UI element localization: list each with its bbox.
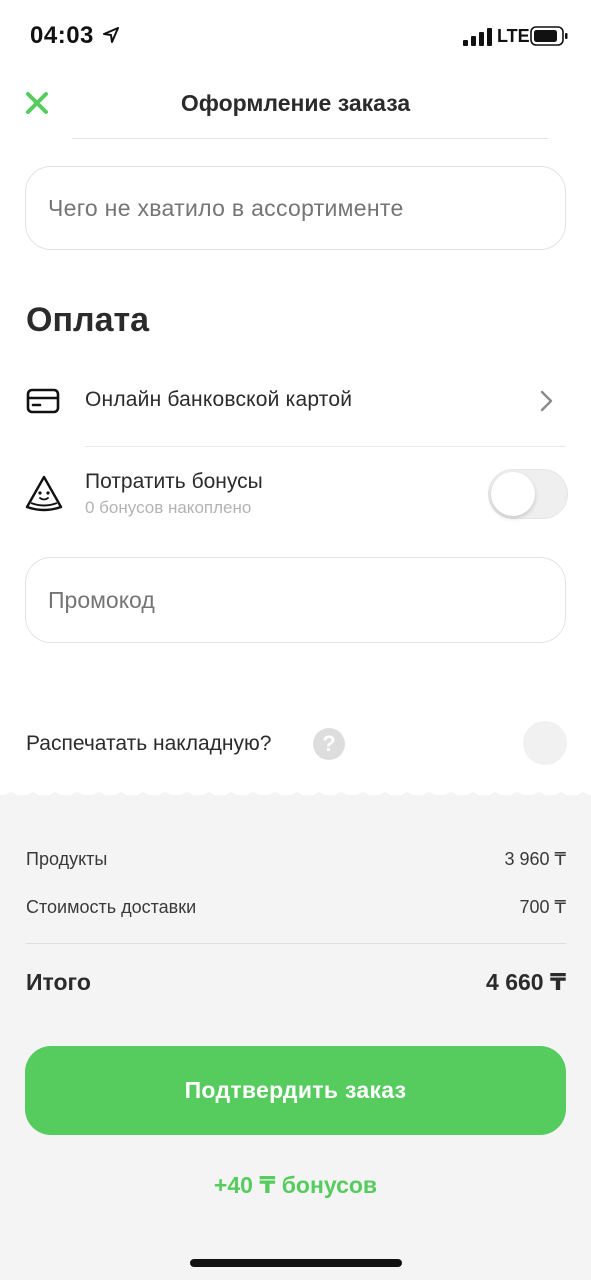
print-invoice-label: Распечатать накладную? [26, 732, 272, 755]
promo-code-input[interactable] [25, 557, 566, 643]
watermelon-slice-icon [25, 475, 63, 512]
payment-method-row[interactable]: Онлайн банковской картой [0, 360, 591, 446]
spend-bonuses-label: Потратить бонусы [85, 470, 263, 493]
page-title: Оформление заказа [180, 90, 411, 116]
location-arrow-icon [103, 27, 119, 43]
chevron-right-icon [540, 390, 553, 412]
network-type: LTE [497, 26, 530, 46]
home-indicator [190, 1259, 402, 1267]
help-icon[interactable]: ? [313, 728, 345, 760]
summary-total-row: Итого 4 660 ₸ [26, 969, 566, 996]
bonuses-balance: 0 бонусов накоплено [85, 498, 252, 517]
battery-icon [530, 26, 568, 46]
summary-delivery-value: 700 ₸ [519, 897, 567, 917]
payment-section-title: Оплата [26, 301, 150, 339]
spend-bonuses-row: Потратить бонусы 0 бонусов накоплено [0, 447, 591, 537]
signal-bars-icon [463, 28, 492, 46]
summary-delivery-row: Стоимость доставки 700 ₸ [26, 897, 566, 918]
spend-bonuses-toggle[interactable] [488, 469, 568, 519]
print-invoice-checkbox[interactable] [523, 721, 567, 765]
confirm-order-button[interactable]: Подтвердить заказ [25, 1046, 566, 1135]
bonus-earn-text: +40 ₸ бонусов [213, 1172, 378, 1198]
credit-card-icon [26, 388, 60, 414]
missing-items-input[interactable] [25, 166, 566, 250]
status-bar: 04:03 LTE [0, 0, 591, 72]
header-divider [72, 138, 548, 139]
summary-delivery-label: Стоимость доставки [26, 897, 197, 917]
summary-total-value: 4 660 ₸ [486, 969, 566, 995]
zigzag-edge [0, 792, 591, 804]
header: Оформление заказа [0, 72, 591, 138]
summary-products-row: Продукты 3 960 ₸ [26, 849, 566, 870]
payment-method-label: Онлайн банковской картой [85, 388, 353, 411]
toggle-knob [491, 472, 535, 516]
print-invoice-row: Распечатать накладную? ? [0, 716, 591, 772]
status-time: 04:03 [30, 22, 94, 49]
summary-divider [26, 943, 566, 944]
summary-products-value: 3 960 ₸ [504, 849, 567, 869]
summary-total-label: Итого [26, 969, 91, 995]
summary-products-label: Продукты [26, 849, 108, 869]
